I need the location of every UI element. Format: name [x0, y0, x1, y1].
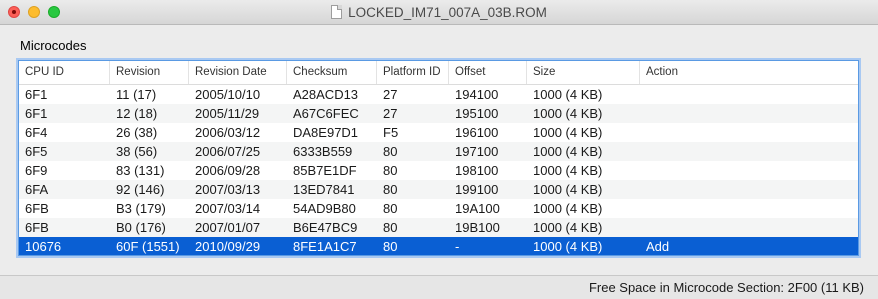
table-row[interactable]: 10676 60F (1551) 2010/09/29 8FE1A1C7 80 - 1000…	[19, 237, 858, 255]
cell-revision: B0 (176)	[116, 220, 166, 235]
cell-offset: 19B100	[455, 220, 500, 235]
cell-offset: 19A100	[455, 201, 500, 216]
cell-size: 1000 (4 KB)	[533, 144, 603, 159]
cell-revision: 60F (1551)	[116, 239, 180, 254]
cell-size: 1000 (4 KB)	[533, 182, 603, 197]
table-row[interactable]: 6F4 26 (38) 2006/03/12 DA8E97D1 F5 196100 1000…	[19, 123, 858, 142]
cell-revision-date: 2010/09/29	[195, 239, 261, 254]
cell-size: 1000 (4 KB)	[533, 220, 603, 235]
cell-cpu-id: 6F1	[25, 106, 48, 121]
column-header-offset[interactable]: Offset	[449, 61, 527, 84]
cell-cpu-id: 6F1	[25, 87, 48, 102]
cell-revision: 83 (131)	[116, 163, 165, 178]
column-header-size[interactable]: Size	[527, 61, 640, 84]
microcodes-table[interactable]: CPU ID Revision Revision Date Checksum P…	[18, 60, 859, 256]
cell-checksum: 13ED7841	[293, 182, 355, 197]
app-window: LOCKED_IM71_007A_03B.ROM Microcodes CPU …	[0, 0, 878, 299]
column-header-checksum[interactable]: Checksum	[287, 61, 377, 84]
cell-cpu-id: 10676	[25, 239, 62, 254]
cell-revision: 92 (146)	[116, 182, 165, 197]
table-row[interactable]: 6F5 38 (56) 2006/07/25 6333B559 80 197100 1000…	[19, 142, 858, 161]
cell-platform-id: 80	[383, 163, 398, 178]
cell-platform-id: 80	[383, 239, 398, 254]
status-bar: Free Space in Microcode Section: 2F00 (1…	[0, 275, 878, 299]
cell-offset: 196100	[455, 125, 499, 140]
cell-checksum: B6E47BC9	[293, 220, 358, 235]
cell-revision-date: 2005/10/10	[195, 87, 261, 102]
column-header-revision-date[interactable]: Revision Date	[189, 61, 287, 84]
cell-platform-id: 27	[383, 87, 398, 102]
cell-offset: 194100	[455, 87, 499, 102]
cell-checksum: 8FE1A1C7	[293, 239, 357, 254]
cell-checksum: 54AD9B80	[293, 201, 356, 216]
cell-size: 1000 (4 KB)	[533, 201, 603, 216]
cell-size: 1000 (4 KB)	[533, 239, 603, 254]
cell-offset: -	[455, 239, 460, 254]
cell-revision: B3 (179)	[116, 201, 166, 216]
table-row[interactable]: 6FA 92 (146) 2007/03/13 13ED7841 80 199100 100…	[19, 180, 858, 199]
table-header: CPU ID Revision Revision Date Checksum P…	[19, 61, 858, 85]
table-row[interactable]: 6FB B0 (176) 2007/01/07 B6E47BC9 80 19B100 100…	[19, 218, 858, 237]
cell-revision-date: 2006/03/12	[195, 125, 261, 140]
column-header-platform-id[interactable]: Platform ID	[377, 61, 449, 84]
cell-revision-date: 2007/01/07	[195, 220, 261, 235]
cell-platform-id: 80	[383, 144, 398, 159]
cell-offset: 199100	[455, 182, 499, 197]
cell-platform-id: F5	[383, 125, 399, 140]
cell-checksum: 85B7E1DF	[293, 163, 357, 178]
cell-revision-date: 2007/03/13	[195, 182, 261, 197]
cell-size: 1000 (4 KB)	[533, 106, 603, 121]
cell-platform-id: 80	[383, 201, 398, 216]
section-label: Microcodes	[20, 38, 87, 53]
table-body: 6F1 11 (17) 2005/10/10 A28ACD13 27 194100 1000…	[19, 85, 858, 255]
cell-revision-date: 2005/11/29	[195, 106, 260, 121]
cell-size: 1000 (4 KB)	[533, 87, 603, 102]
column-header-cpu-id[interactable]: CPU ID	[19, 61, 110, 84]
cell-offset: 198100	[455, 163, 499, 178]
cell-size: 1000 (4 KB)	[533, 163, 603, 178]
cell-checksum: DA8E97D1	[293, 125, 359, 140]
document-icon[interactable]	[331, 5, 343, 19]
free-space-status: Free Space in Microcode Section: 2F00 (1…	[588, 280, 864, 295]
column-header-action[interactable]: Action	[640, 61, 858, 84]
cell-checksum: 6333B559	[293, 144, 353, 159]
cell-revision: 12 (18)	[116, 106, 158, 121]
cell-revision-date: 2006/09/28	[195, 163, 261, 178]
table-row[interactable]: 6F9 83 (131) 2006/09/28 85B7E1DF 80 198100 100…	[19, 161, 858, 180]
column-header-revision[interactable]: Revision	[110, 61, 189, 84]
cell-revision-date: 2007/03/14	[195, 201, 261, 216]
cell-action[interactable]: Add	[640, 237, 669, 255]
cell-cpu-id: 6FA	[25, 182, 49, 197]
cell-cpu-id: 6FB	[25, 201, 49, 216]
cell-offset: 197100	[455, 144, 499, 159]
table-row[interactable]: 6F1 12 (18) 2005/11/29 A67C6FEC 27 195100 1000…	[19, 104, 858, 123]
cell-checksum: A28ACD13	[293, 87, 359, 102]
cell-cpu-id: 6F4	[25, 125, 48, 140]
title-bar[interactable]: LOCKED_IM71_007A_03B.ROM	[0, 0, 878, 25]
cell-revision: 11 (17)	[116, 87, 157, 102]
table-row[interactable]: 6F1 11 (17) 2005/10/10 A28ACD13 27 194100 1000…	[19, 85, 858, 104]
cell-revision: 26 (38)	[116, 125, 158, 140]
cell-revision: 38 (56)	[116, 144, 158, 159]
cell-platform-id: 27	[383, 106, 398, 121]
cell-checksum: A67C6FEC	[293, 106, 359, 121]
cell-cpu-id: 6F5	[25, 144, 48, 159]
cell-platform-id: 80	[383, 182, 398, 197]
cell-platform-id: 80	[383, 220, 398, 235]
window-title: LOCKED_IM71_007A_03B.ROM	[348, 4, 547, 20]
cell-cpu-id: 6F9	[25, 163, 48, 178]
window-title-area: LOCKED_IM71_007A_03B.ROM	[0, 0, 878, 24]
cell-size: 1000 (4 KB)	[533, 125, 603, 140]
table-row[interactable]: 6FB B3 (179) 2007/03/14 54AD9B80 80 19A100 100…	[19, 199, 858, 218]
cell-revision-date: 2006/07/25	[195, 144, 261, 159]
cell-offset: 195100	[455, 106, 499, 121]
cell-cpu-id: 6FB	[25, 220, 49, 235]
